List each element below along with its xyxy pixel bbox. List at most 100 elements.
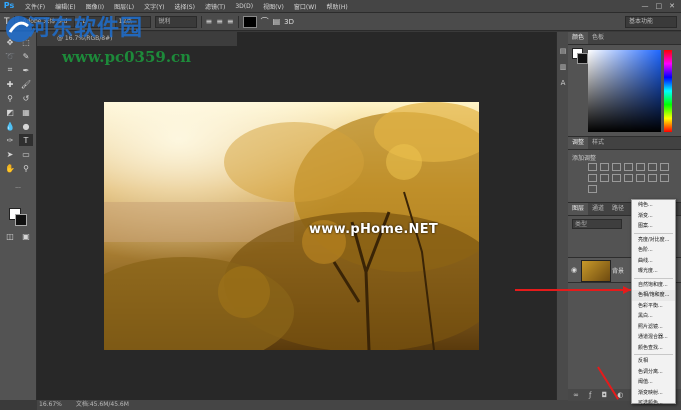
history-brush-tool-icon[interactable]: ↺ <box>19 92 33 104</box>
color-panel-swatches[interactable] <box>572 48 588 64</box>
posterize-icon[interactable] <box>648 174 657 182</box>
eye-icon[interactable]: ◉ <box>571 266 577 274</box>
tab-styles[interactable]: 样式 <box>588 137 608 149</box>
healing-tool-icon[interactable]: ✚ <box>3 78 17 90</box>
screen-mode-icon[interactable]: ▣ <box>19 230 33 242</box>
hue-saturation-icon[interactable] <box>648 163 657 171</box>
quick-mask-icon[interactable]: ◫ <box>3 230 17 242</box>
document-canvas-area[interactable]: @ 16.7%(RGB/8#) www.pHome.NET <box>37 32 556 400</box>
menu-item-curves[interactable]: 曲线... <box>632 256 675 267</box>
menu-item-gradient-map[interactable]: 渐变映射... <box>632 388 675 399</box>
pen-tool-icon[interactable]: ✑ <box>3 134 17 146</box>
tab-color[interactable]: 颜色 <box>568 32 589 44</box>
tab-swatches[interactable]: 色板 <box>588 32 608 44</box>
align-left-icon[interactable]: ≡ <box>206 17 213 26</box>
3d-icon[interactable]: 3D <box>284 18 294 26</box>
properties-icon[interactable]: ▥ <box>558 62 568 72</box>
fx-icon[interactable]: ƒ <box>589 391 591 399</box>
invert-icon[interactable] <box>636 174 645 182</box>
menu-item-levels[interactable]: 色阶... <box>632 245 675 256</box>
menu-3d[interactable]: 3D(D) <box>230 3 258 10</box>
blur-tool-icon[interactable]: 💧 <box>3 120 17 132</box>
exposure-icon[interactable] <box>624 163 633 171</box>
dodge-tool-icon[interactable]: ● <box>19 120 33 132</box>
color-lookup-icon[interactable] <box>624 174 633 182</box>
black-white-icon[interactable] <box>588 174 597 182</box>
threshold-icon[interactable] <box>660 174 669 182</box>
menu-item-hue-saturation[interactable]: 色相/饱和度... <box>632 290 675 301</box>
text-color-swatch[interactable] <box>242 15 257 28</box>
menu-view[interactable]: 视图(V) <box>258 2 289 11</box>
quick-select-tool-icon[interactable]: ✎ <box>19 50 33 62</box>
menu-item-threshold[interactable]: 阈值... <box>632 377 675 388</box>
color-swatches[interactable] <box>9 208 27 226</box>
link-icon[interactable]: ∞ <box>573 391 579 399</box>
lasso-tool-icon[interactable]: ➰ <box>3 50 17 62</box>
eyedropper-tool-icon[interactable]: ✒ <box>19 64 33 76</box>
vibrance-icon[interactable] <box>636 163 645 171</box>
background-color-swatch[interactable] <box>15 214 27 226</box>
menu-item-color-balance[interactable]: 色彩平衡... <box>632 301 675 312</box>
photo-filter-icon[interactable] <box>600 174 609 182</box>
close-button[interactable]: ✕ <box>669 2 675 10</box>
adjustments-panel-tabs: 调整 样式 <box>568 137 681 150</box>
brightness-icon[interactable] <box>588 163 597 171</box>
channel-mixer-icon[interactable] <box>612 174 621 182</box>
menu-item-gradient[interactable]: 渐变... <box>632 211 675 222</box>
align-right-icon[interactable]: ≡ <box>227 17 234 26</box>
eraser-tool-icon[interactable]: ◩ <box>3 106 17 118</box>
menu-item-invert[interactable]: 反相 <box>632 356 675 367</box>
history-icon[interactable]: ▤ <box>558 46 568 56</box>
tab-paths[interactable]: 路径 <box>608 203 628 215</box>
tab-channels[interactable]: 通道 <box>588 203 608 215</box>
levels-icon[interactable] <box>600 163 609 171</box>
antialias-select[interactable]: 锐利 <box>154 15 197 28</box>
color-picker-field[interactable] <box>588 50 661 132</box>
hue-slider[interactable] <box>664 50 672 132</box>
align-center-icon[interactable]: ≡ <box>216 17 223 26</box>
type-tool-icon[interactable]: T <box>19 134 33 146</box>
gradient-tool-icon[interactable]: ▦ <box>19 106 33 118</box>
menu-item-selective-color[interactable]: 可选颜色... <box>632 398 675 409</box>
menu-item-black-white[interactable]: 黑白... <box>632 311 675 322</box>
hand-tool-icon[interactable]: ✋ <box>3 162 17 174</box>
brush-tool-icon[interactable]: 🖌 <box>19 78 33 90</box>
character-icon[interactable]: A <box>558 78 568 88</box>
annotation-arrow-head <box>623 286 631 294</box>
menu-item-color-lookup[interactable]: 颜色查找... <box>632 343 675 354</box>
gradient-map-icon[interactable] <box>588 185 597 193</box>
menu-item-photo-filter[interactable]: 照片滤镜... <box>632 322 675 333</box>
menu-help[interactable]: 帮助(H) <box>322 2 353 11</box>
menu-item-channel-mixer[interactable]: 通道混合器... <box>632 332 675 343</box>
tab-adjustments[interactable]: 调整 <box>568 137 589 149</box>
layer-kind-filter[interactable]: 类型 <box>572 219 622 229</box>
rectangle-tool-icon[interactable]: ▭ <box>19 148 33 160</box>
menu-select[interactable]: 选择(S) <box>169 2 200 11</box>
minimize-button[interactable]: — <box>642 2 649 10</box>
workspace-select[interactable]: 基本功能 <box>625 15 677 28</box>
clone-stamp-tool-icon[interactable]: ⚲ <box>3 92 17 104</box>
menu-filter[interactable]: 滤镜(T) <box>200 2 230 11</box>
warp-text-icon[interactable]: ⌒ <box>261 16 269 27</box>
adjustment-layer-menu: 纯色... 渐变... 图案... 亮度/对比度... 色阶... 曲线... … <box>631 199 676 406</box>
maximize-button[interactable]: □ <box>656 2 663 10</box>
menu-item-brightness-contrast[interactable]: 亮度/对比度... <box>632 235 675 246</box>
tab-layers[interactable]: 图层 <box>568 203 589 215</box>
curves-icon[interactable] <box>612 163 621 171</box>
menu-item-exposure[interactable]: 曝光度... <box>632 266 675 277</box>
zoom-level[interactable]: 16.67% <box>37 401 62 408</box>
menu-item-solid-color[interactable]: 纯色... <box>632 200 675 211</box>
crop-tool-icon[interactable]: ⌗ <box>3 64 17 76</box>
menu-type[interactable]: 文字(Y) <box>139 2 169 11</box>
background-color-swatch[interactable] <box>577 53 588 64</box>
menu-item-vibrance[interactable]: 自然饱和度... <box>632 280 675 291</box>
menu-item-posterize[interactable]: 色调分离... <box>632 367 675 378</box>
color-balance-icon[interactable] <box>660 163 669 171</box>
character-panel-icon[interactable]: ▤ <box>273 17 281 26</box>
more-tools-icon[interactable]: ··· <box>11 182 25 194</box>
zoom-tool-icon[interactable]: ⚲ <box>19 162 33 174</box>
mask-icon[interactable]: ◘ <box>602 391 608 399</box>
menu-window[interactable]: 窗口(W) <box>289 2 322 11</box>
menu-item-pattern[interactable]: 图案... <box>632 221 675 232</box>
path-select-tool-icon[interactable]: ➤ <box>3 148 17 160</box>
